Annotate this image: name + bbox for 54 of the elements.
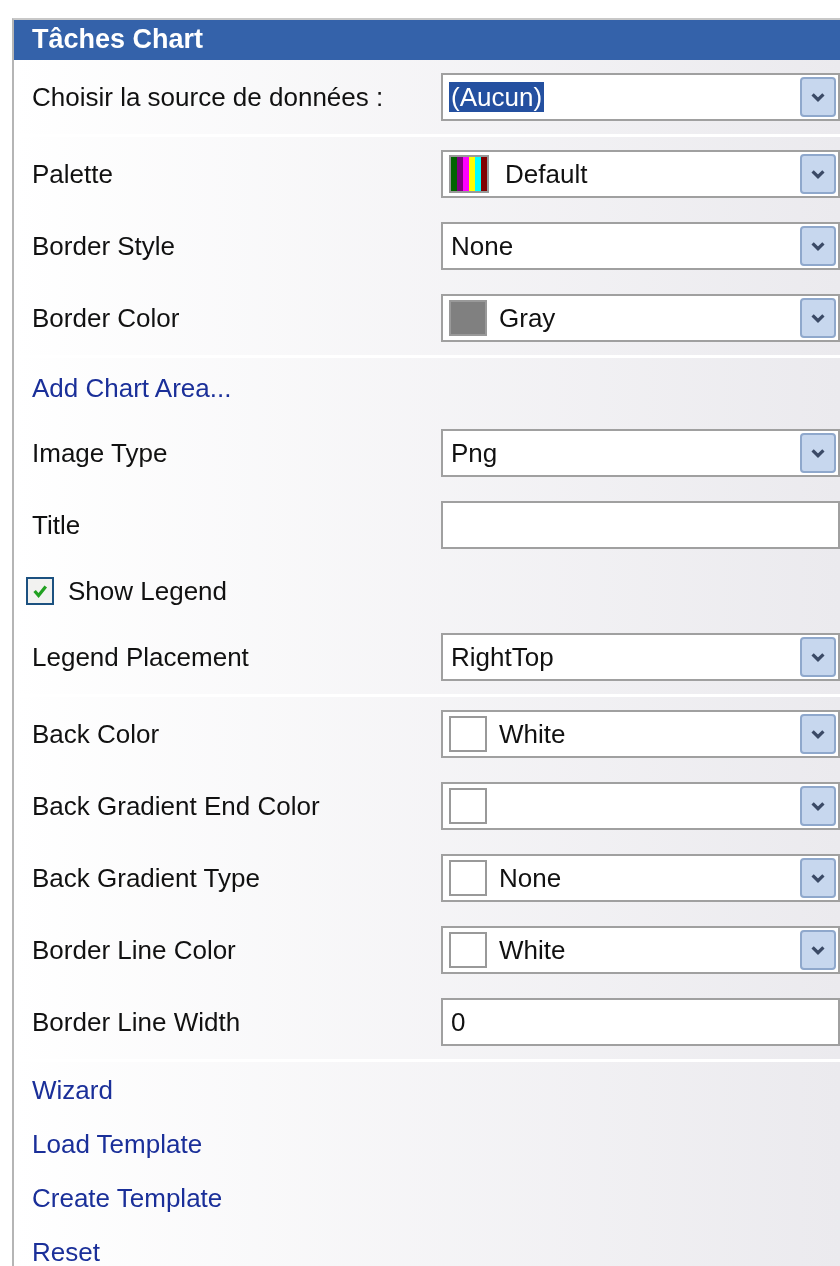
dropdown-field[interactable]: White (441, 710, 840, 758)
dropdown-button[interactable] (800, 930, 836, 970)
field-value: Gray (498, 303, 557, 333)
panel-title: Tâches Chart (14, 20, 840, 60)
dropdown-button[interactable] (800, 637, 836, 677)
field-value: Png (450, 438, 499, 468)
field-label: Legend Placement (31, 641, 250, 673)
dropdown-button[interactable] (800, 714, 836, 754)
field-value: White (498, 719, 567, 749)
dropdown-button[interactable] (800, 226, 836, 266)
dropdown-field[interactable]: Gray (441, 294, 840, 342)
field-label: Image Type (31, 437, 169, 469)
field-label: Palette (31, 158, 114, 190)
dropdown-field[interactable]: (Aucun) (441, 73, 840, 121)
dropdown-button[interactable] (800, 786, 836, 826)
field-label: Back Color (31, 718, 161, 750)
field-value: 0 (450, 1007, 467, 1037)
field-label: Title (31, 509, 82, 541)
dropdown-button[interactable] (800, 154, 836, 194)
dropdown-field[interactable]: Default (441, 150, 840, 198)
dropdown-field[interactable]: Png (441, 429, 840, 477)
field-value: (Aucun) (449, 82, 545, 112)
dropdown-button[interactable] (800, 433, 836, 473)
field-value: None (498, 863, 563, 893)
link[interactable]: Reset (14, 1236, 100, 1266)
dropdown-button[interactable] (800, 298, 836, 338)
field-label: Border Line Width (31, 1006, 242, 1038)
field-label: Back Gradient Type (31, 862, 261, 894)
checkmark-icon (31, 582, 49, 600)
field-value: RightTop (450, 642, 555, 672)
field-label: Border Line Color (31, 934, 237, 966)
field-value: Default (504, 159, 589, 189)
link[interactable]: Wizard (14, 1074, 113, 1106)
dropdown-field[interactable]: None (441, 854, 840, 902)
field-value: None (450, 231, 515, 261)
field-label: Choisir la source de données : (31, 81, 385, 113)
dropdown-field[interactable]: White (441, 926, 840, 974)
input-field[interactable] (441, 501, 840, 549)
dropdown-button[interactable] (800, 858, 836, 898)
checkbox-label: Show Legend (67, 575, 228, 607)
field-label: Border Color (31, 302, 181, 334)
link[interactable]: Add Chart Area... (14, 372, 232, 404)
dropdown-field[interactable]: RightTop (441, 633, 840, 681)
link[interactable]: Load Template (14, 1128, 203, 1160)
field-value: White (498, 935, 567, 965)
field-label: Back Gradient End Color (31, 790, 321, 822)
dropdown-field[interactable]: None (441, 222, 840, 270)
field-label: Border Style (31, 230, 177, 262)
link[interactable]: Create Template (14, 1182, 223, 1214)
dropdown-button[interactable] (800, 77, 836, 117)
palette-icon (449, 155, 489, 193)
checkbox[interactable] (26, 577, 54, 605)
input-field[interactable]: 0 (441, 998, 840, 1046)
dropdown-field[interactable] (441, 782, 840, 830)
